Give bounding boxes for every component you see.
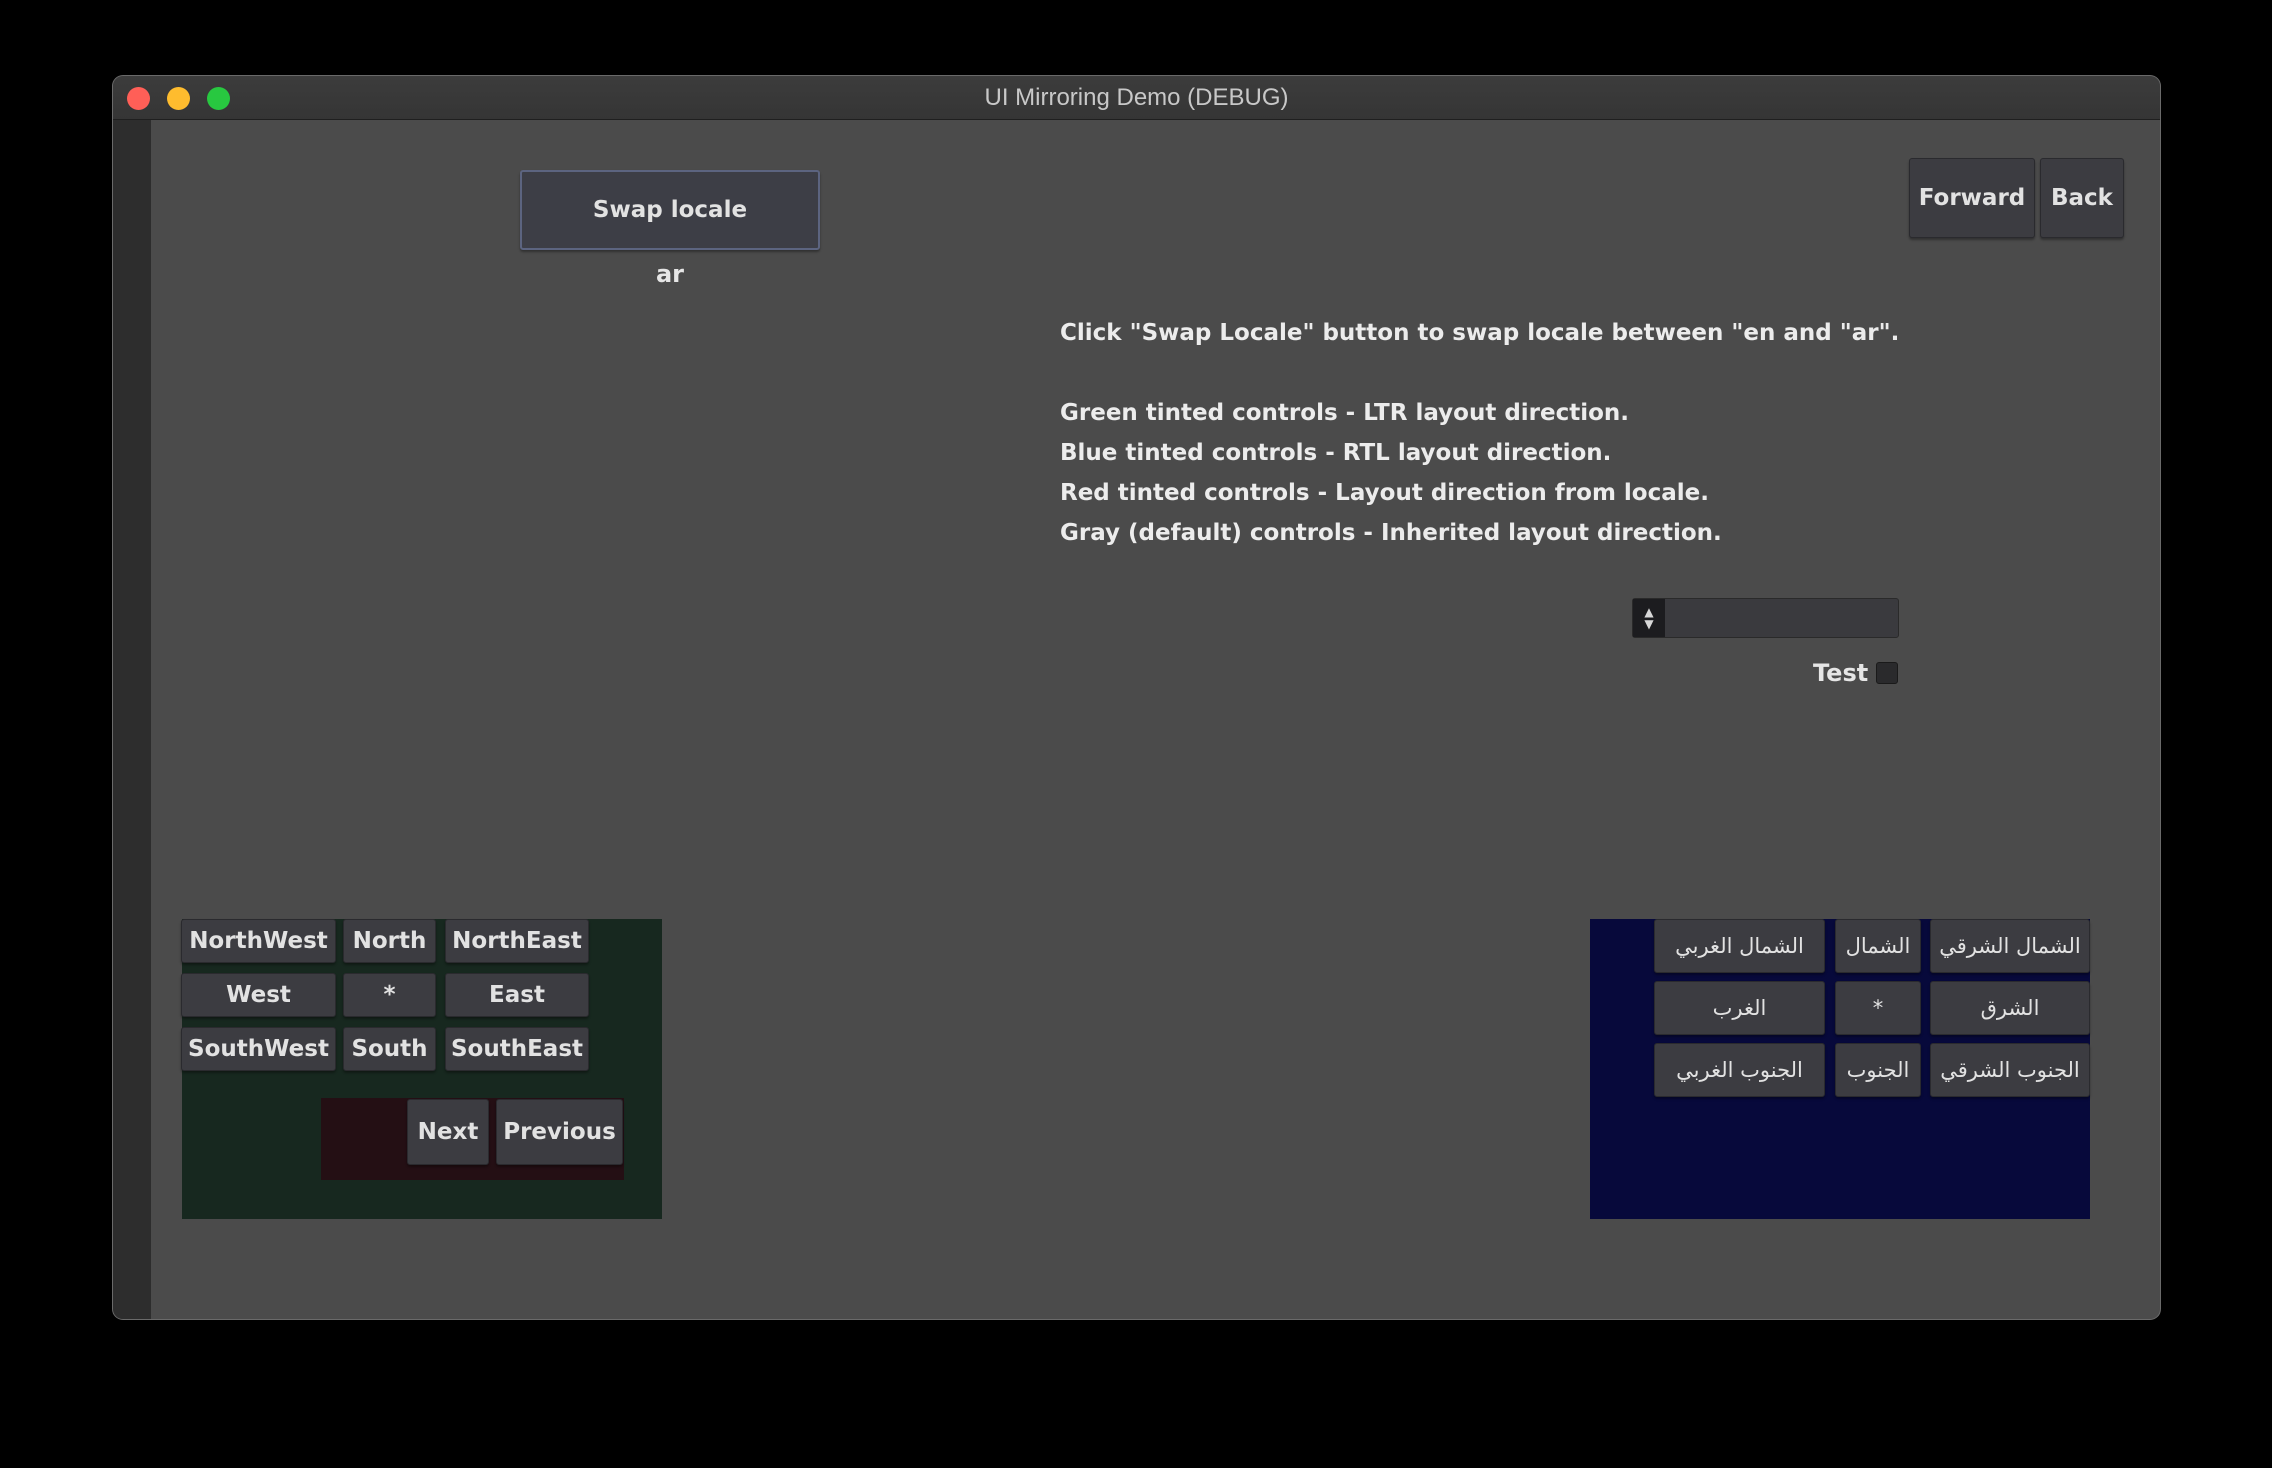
number-spinner[interactable]: ▲ ▼: [1632, 598, 1899, 638]
swap-locale-button[interactable]: Swap locale: [520, 170, 820, 250]
ltr-east-button[interactable]: East: [445, 973, 589, 1017]
ltr-southeast-button[interactable]: SouthEast: [445, 1027, 589, 1071]
rtl-north-button[interactable]: الشمال: [1835, 919, 1921, 973]
forward-button[interactable]: Forward: [1909, 158, 2035, 238]
ltr-northeast-button[interactable]: NorthEast: [445, 919, 589, 963]
rtl-west-button[interactable]: الغرب: [1654, 981, 1825, 1035]
info-line-blue: Blue tinted controls - RTL layout direct…: [1060, 440, 1612, 466]
app-window: UI Mirroring Demo (DEBUG) Swap locale ar…: [113, 76, 2160, 1319]
current-locale-label: ar: [655, 260, 685, 288]
ltr-south-button[interactable]: South: [343, 1027, 436, 1071]
window-title: UI Mirroring Demo (DEBUG): [984, 84, 1289, 111]
ltr-center-button[interactable]: *: [343, 973, 436, 1017]
rtl-center-button[interactable]: *: [1835, 981, 1921, 1035]
info-line-green: Green tinted controls - LTR layout direc…: [1060, 400, 1630, 426]
test-checkbox[interactable]: [1876, 662, 1898, 684]
ltr-northwest-button[interactable]: NorthWest: [181, 919, 336, 963]
info-line-gray: Gray (default) controls - Inherited layo…: [1060, 520, 1722, 546]
info-line-instructions: Click "Swap Locale" button to swap local…: [1060, 320, 1900, 346]
rtl-northeast-button[interactable]: الشمال الشرقي: [1930, 919, 2090, 973]
test-checkbox-label: Test: [1813, 659, 1869, 687]
rtl-south-button[interactable]: الجنوب: [1835, 1043, 1921, 1097]
ltr-west-button[interactable]: West: [181, 973, 336, 1017]
info-line-red: Red tinted controls - Layout direction f…: [1060, 480, 1709, 506]
next-button[interactable]: Next: [407, 1099, 489, 1165]
spinner-arrows-icon[interactable]: ▲ ▼: [1633, 599, 1665, 637]
rtl-southeast-button[interactable]: الجنوب الشرقي: [1930, 1043, 2090, 1097]
rtl-southwest-button[interactable]: الجنوب الغربي: [1654, 1043, 1825, 1097]
ltr-southwest-button[interactable]: SouthWest: [181, 1027, 336, 1071]
ltr-north-button[interactable]: North: [343, 919, 436, 963]
previous-button[interactable]: Previous: [496, 1099, 623, 1165]
back-button[interactable]: Back: [2040, 158, 2124, 238]
left-edge-strip: [113, 120, 151, 1319]
rtl-northwest-button[interactable]: الشمال الغربي: [1654, 919, 1825, 973]
rtl-east-button[interactable]: الشرق: [1930, 981, 2090, 1035]
title-bar[interactable]: UI Mirroring Demo (DEBUG): [113, 76, 2160, 120]
